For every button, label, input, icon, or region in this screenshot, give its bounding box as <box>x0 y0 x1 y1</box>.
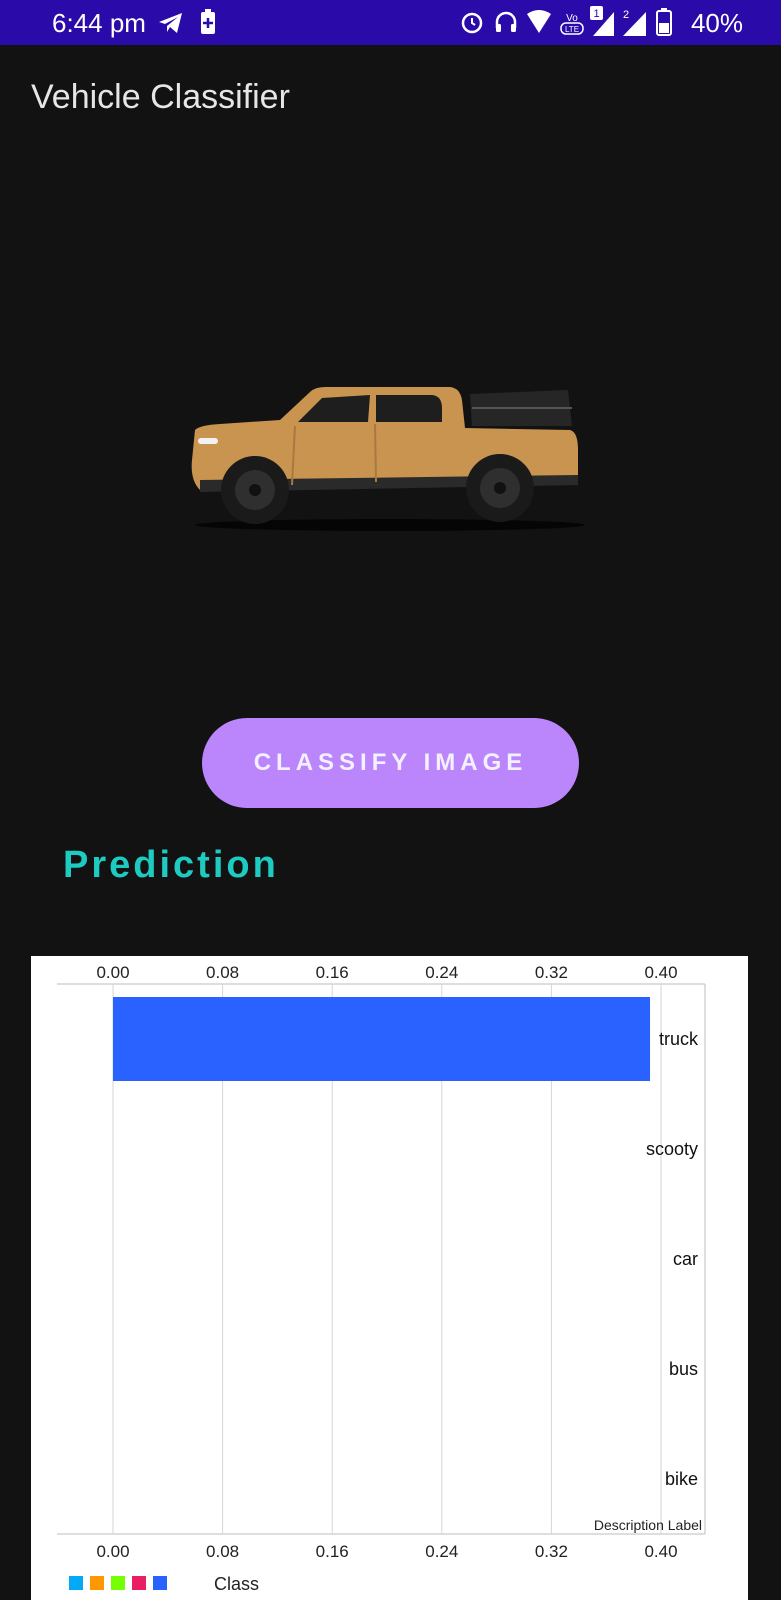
category-label-truck: truck <box>659 1029 699 1049</box>
vehicle-image <box>191 387 585 531</box>
status-time: 6:44 pm <box>52 8 146 38</box>
prediction-chart: 0.00 0.00 0.08 0.08 0.16 0.16 0.24 0.24 0.32 0.32… <box>31 956 748 1600</box>
x-tick-label-bottom: 0.00 <box>96 1542 129 1561</box>
x-tick-label-top: 0.00 <box>96 963 129 982</box>
app-title: Vehicle Classifier <box>31 78 290 116</box>
headset-icon <box>495 11 517 32</box>
alarm-icon <box>461 12 483 34</box>
svg-text:2: 2 <box>623 9 629 21</box>
x-tick-label-bottom: 0.40 <box>644 1542 677 1561</box>
legend-swatch <box>69 1576 83 1590</box>
battery-percent: 40% <box>690 8 743 38</box>
prediction-heading: Prediction <box>63 844 279 886</box>
category-label-scooty: scooty <box>646 1139 698 1159</box>
battery-icon <box>656 8 672 36</box>
status-bar: 6:44 pm Vo LTE 1 2 40% <box>0 0 781 45</box>
legend-swatch <box>153 1576 167 1590</box>
category-label-car: car <box>673 1249 698 1269</box>
legend-label-class: Class <box>214 1574 260 1594</box>
x-tick-label-top: 0.16 <box>316 963 349 982</box>
category-label-bike: bike <box>665 1469 698 1489</box>
x-tick-label-bottom: 0.08 <box>206 1542 239 1561</box>
battery-saver-icon <box>201 9 215 34</box>
legend-swatch <box>90 1576 104 1590</box>
category-label-bus: bus <box>669 1359 698 1379</box>
telegram-icon <box>159 13 182 33</box>
x-tick-label-bottom: 0.16 <box>316 1542 349 1561</box>
legend-swatch <box>111 1576 125 1590</box>
bar-chart-svg: 0.00 0.00 0.08 0.08 0.16 0.16 0.24 0.24 0.32 0.32… <box>57 963 706 1561</box>
classify-image-button[interactable]: CLASSIFY IMAGE <box>202 718 579 808</box>
x-tick-label-bottom: 0.32 <box>535 1542 568 1561</box>
volte-icon: Vo LTE <box>560 13 584 35</box>
x-tick-label-top: 0.08 <box>206 963 239 982</box>
x-tick-label-top: 0.40 <box>644 963 677 982</box>
x-tick-label-top: 0.32 <box>535 963 568 982</box>
svg-text:1: 1 <box>593 8 599 20</box>
bar-truck <box>113 997 651 1081</box>
x-tick-label-bottom: 0.24 <box>425 1542 458 1561</box>
x-tick-label-top: 0.24 <box>425 963 458 982</box>
description-label: Description Label <box>594 1517 702 1533</box>
svg-text:LTE: LTE <box>565 25 579 34</box>
legend-swatch <box>132 1576 146 1590</box>
wifi-icon <box>527 10 551 33</box>
